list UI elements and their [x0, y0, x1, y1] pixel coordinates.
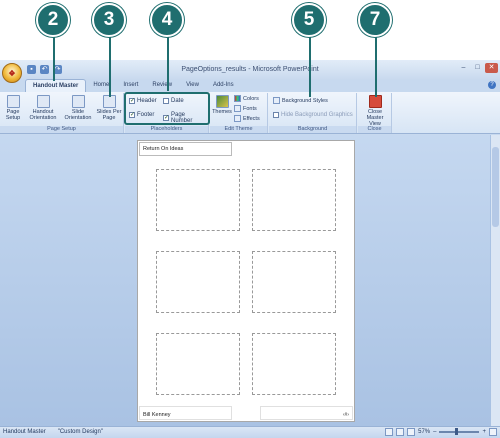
- group-page-setup: Page Setup Handout Orientation Slide Ori…: [0, 93, 124, 133]
- themes-icon: [215, 95, 229, 108]
- handout-orientation-icon: [36, 95, 50, 108]
- normal-view-icon[interactable]: [385, 428, 394, 436]
- sorter-view-icon[interactable]: [396, 428, 405, 436]
- handout-orientation-button[interactable]: Handout Orientation: [26, 95, 60, 121]
- placeholders-highlight: [124, 92, 210, 125]
- group-edit-theme: Themes Colors Fonts Effects Edit Theme: [210, 93, 268, 133]
- tab-handout-master[interactable]: Handout Master: [25, 79, 87, 93]
- callout-5: 5: [292, 3, 326, 37]
- window-controls: – □ ✕: [457, 63, 498, 73]
- group-close: Close Master View Close: [358, 93, 392, 133]
- ribbon: Page Setup Handout Orientation Slide Ori…: [0, 92, 500, 134]
- close-master-view-button[interactable]: Close Master View: [360, 95, 390, 127]
- callout-5-leader: [309, 37, 311, 97]
- slide-slot-3: [156, 251, 240, 313]
- callout-3-leader: [109, 37, 111, 97]
- help-icon[interactable]: ?: [488, 81, 496, 89]
- slide-slot-1: [156, 169, 240, 231]
- status-bar: Handout Master "Custom Design" 57% – +: [0, 426, 500, 438]
- themes-button[interactable]: Themes: [212, 95, 232, 115]
- zoom-in-icon[interactable]: +: [482, 429, 486, 435]
- tab-add-ins[interactable]: Add-Ins: [206, 79, 241, 93]
- close-window-icon[interactable]: ✕: [485, 63, 498, 73]
- slide-slot-5: [156, 333, 240, 395]
- tab-view[interactable]: View: [179, 79, 206, 93]
- minimize-icon[interactable]: –: [457, 63, 470, 73]
- group-background: Background Styles Hide Background Graphi…: [269, 93, 357, 133]
- page-setup-icon: [6, 95, 20, 108]
- callout-7-leader: [375, 37, 377, 97]
- ribbon-tabs: Handout Master Home Insert Review View A…: [25, 79, 241, 93]
- slide-orientation-button[interactable]: Slide Orientation: [62, 95, 94, 121]
- vertical-scrollbar[interactable]: [490, 135, 500, 426]
- slideshow-view-icon[interactable]: [407, 428, 416, 436]
- colors-button[interactable]: Colors: [234, 95, 259, 102]
- status-view-name: Handout Master: [3, 429, 46, 435]
- callout-2: 2: [36, 3, 70, 37]
- handout-page: Return On Ideas Bill Kenney ‹#›: [137, 140, 355, 422]
- header-placeholder[interactable]: Return On Ideas: [139, 142, 232, 156]
- slide-orientation-icon: [71, 95, 85, 108]
- zoom-out-icon[interactable]: –: [433, 429, 436, 435]
- window-title: PageOptions_results - Microsoft PowerPoi…: [181, 66, 319, 73]
- fonts-icon: [234, 105, 241, 112]
- background-styles-button[interactable]: Background Styles: [273, 97, 328, 104]
- group-label-background: Background: [269, 126, 356, 133]
- group-label-page-setup: Page Setup: [0, 126, 123, 133]
- group-label-close: Close: [358, 126, 391, 133]
- slide-slot-6: [252, 333, 336, 395]
- fonts-button[interactable]: Fonts: [234, 105, 257, 112]
- footer-placeholder[interactable]: Bill Kenney: [139, 406, 232, 420]
- zoom-level[interactable]: 57%: [418, 429, 430, 435]
- callout-4: 4: [150, 3, 184, 37]
- powerpoint-window: ❖ ▪ ↶ ↷ PageOptions_results - Microsoft …: [0, 60, 500, 438]
- effects-icon: [234, 115, 241, 122]
- status-theme-name: "Custom Design": [57, 429, 103, 435]
- effects-button[interactable]: Effects: [234, 115, 260, 122]
- group-label-edit-theme: Edit Theme: [210, 126, 267, 133]
- group-label-placeholders: Placeholders: [125, 126, 208, 133]
- hide-background-graphics-checkbox[interactable]: Hide Background Graphics: [273, 112, 353, 118]
- callout-4-leader: [167, 37, 169, 91]
- colors-icon: [234, 95, 241, 102]
- slide-slot-4: [252, 251, 336, 313]
- title-bar: ❖ ▪ ↶ ↷ PageOptions_results - Microsoft …: [0, 60, 500, 83]
- callout-3: 3: [92, 3, 126, 37]
- callout-7: 7: [358, 3, 392, 37]
- scrollbar-thumb[interactable]: [492, 147, 499, 227]
- callout-2-leader: [53, 37, 55, 81]
- slide-slot-2: [252, 169, 336, 231]
- fit-window-icon[interactable]: [489, 428, 497, 436]
- office-button[interactable]: ❖: [2, 63, 22, 83]
- background-styles-icon: [273, 97, 280, 104]
- status-right: 57% – +: [385, 428, 497, 436]
- tab-review[interactable]: Review: [145, 79, 179, 93]
- zoom-slider[interactable]: [439, 428, 480, 435]
- tab-home[interactable]: Home: [86, 79, 116, 93]
- tab-insert[interactable]: Insert: [116, 79, 145, 93]
- maximize-icon[interactable]: □: [471, 63, 484, 73]
- page-number-placeholder[interactable]: ‹#›: [260, 406, 353, 420]
- slides-per-page-button[interactable]: Slides Per Page: [96, 95, 122, 121]
- status-left: Handout Master "Custom Design": [3, 429, 103, 435]
- page-setup-button[interactable]: Page Setup: [3, 95, 23, 121]
